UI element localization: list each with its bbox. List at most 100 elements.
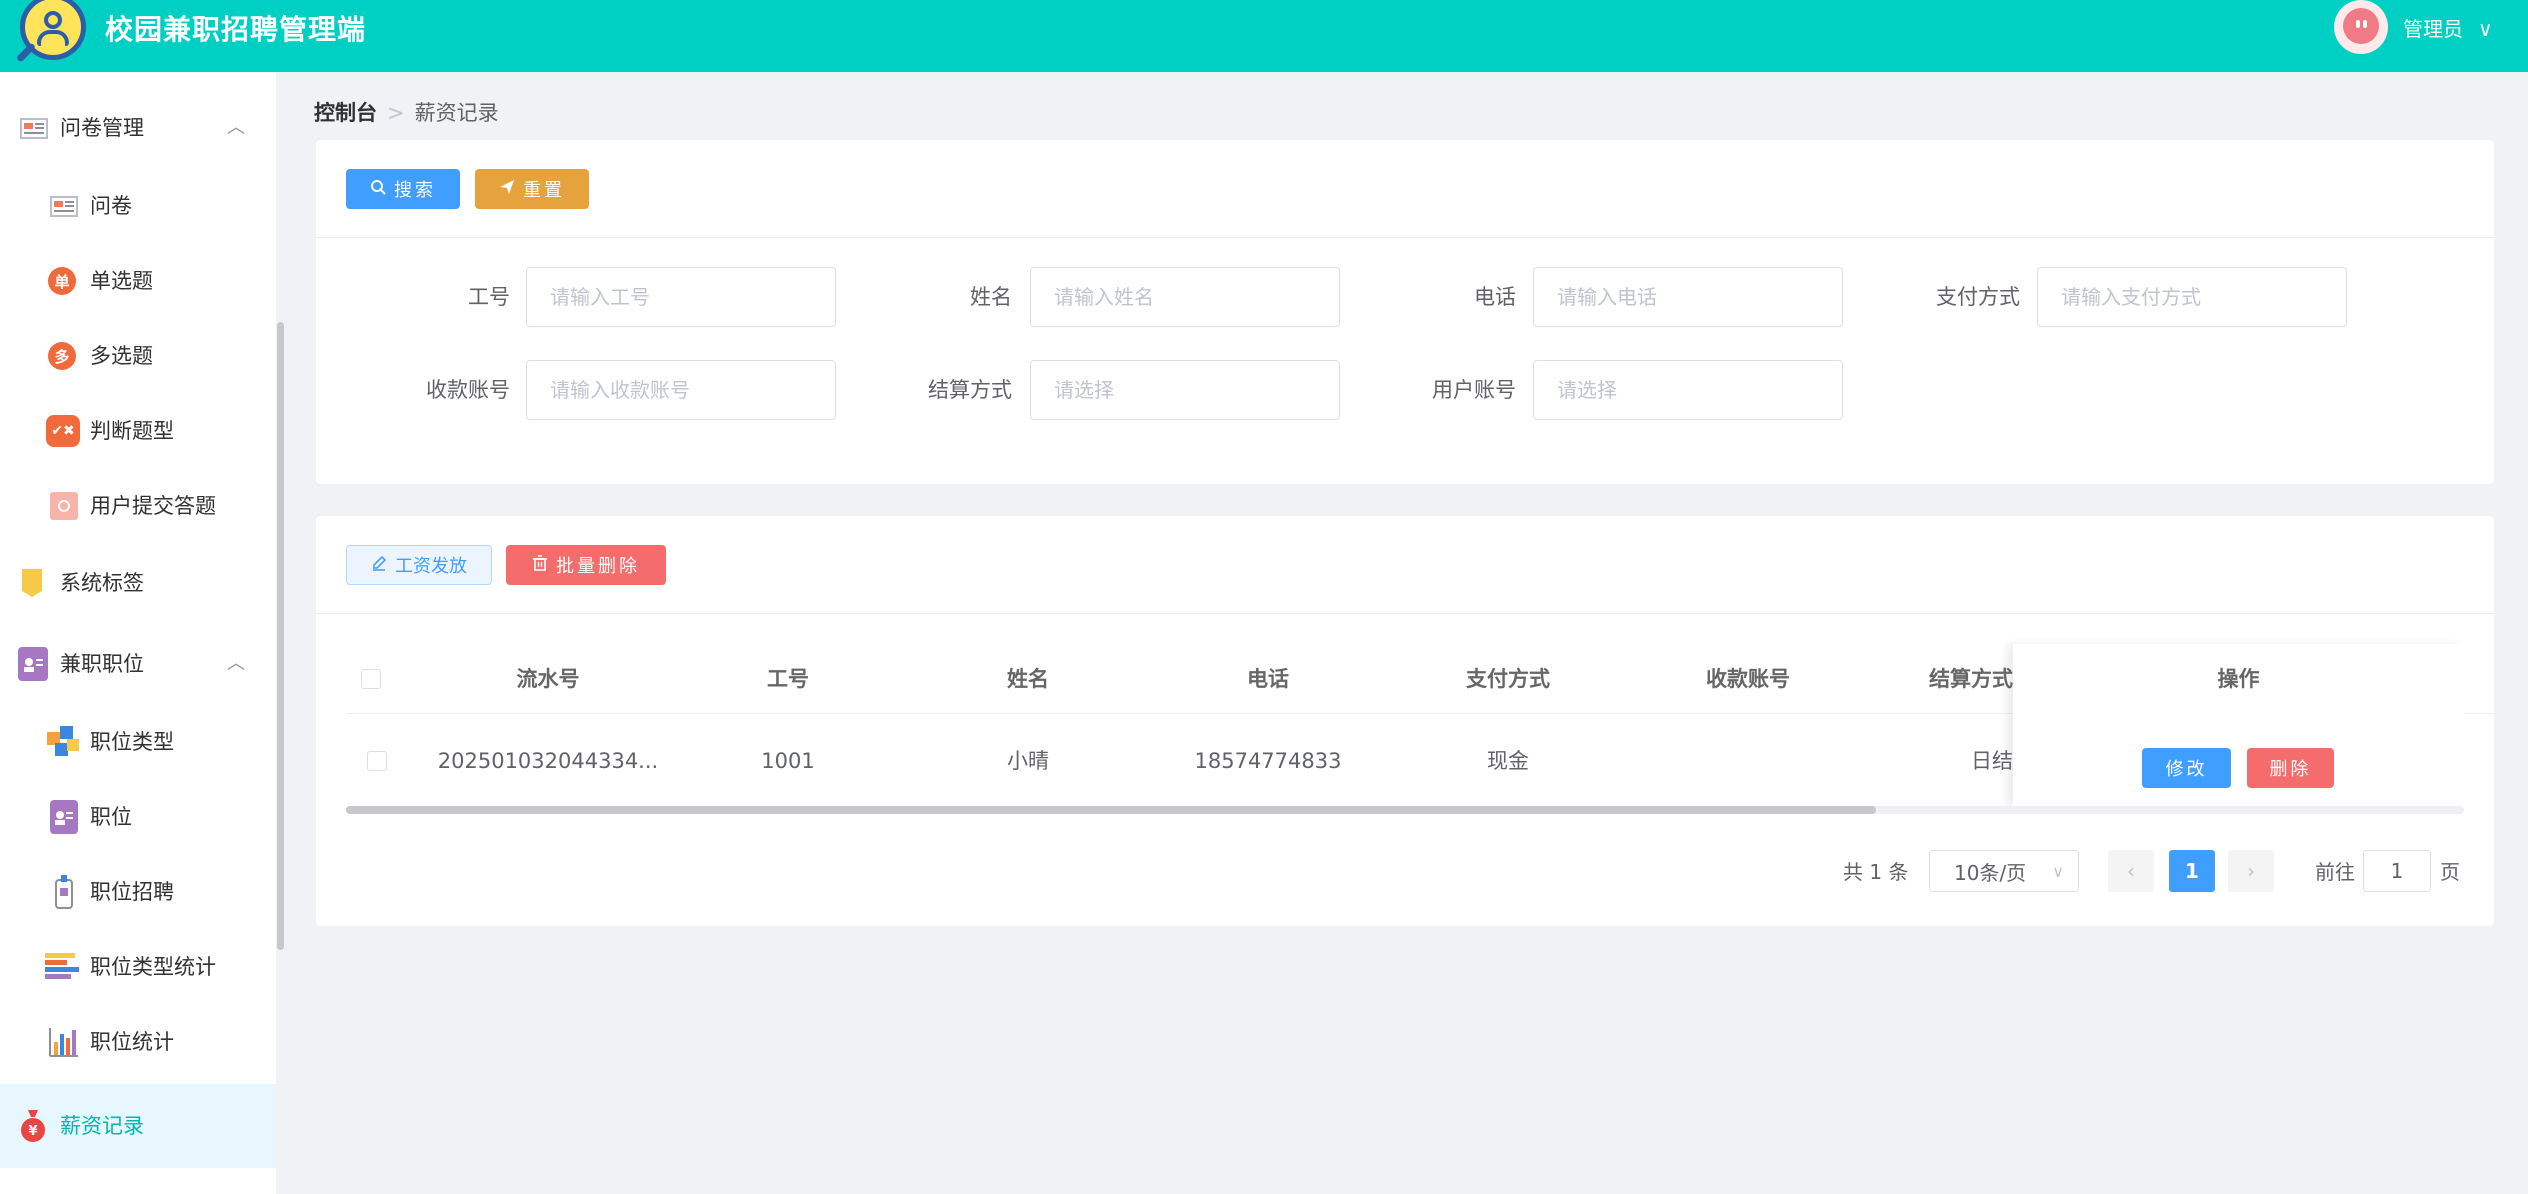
chevron-up-icon: ︿ [227,653,245,674]
goto-page-input[interactable]: 1 [2363,850,2431,892]
sidebar-item-job-types[interactable]: 职位类型 [0,704,276,780]
prev-page-button[interactable]: ‹ [2108,850,2154,892]
sidebar-item-true-false[interactable]: ✔✖ 判断题型 [0,393,276,469]
column-chart-icon [48,1026,80,1058]
name-input[interactable]: 请输入姓名 [1030,267,1340,327]
sidebar-item-multiple-choice[interactable]: 多 多选题 [0,318,276,394]
table-panel: 工资发放 批量删除 [316,516,2494,926]
send-icon [499,179,515,200]
column-header-payment-method: 支付方式 [1466,667,1550,691]
page-number-1[interactable]: 1 [2169,850,2215,892]
field-label-receiving-account: 收款账号 [426,378,510,402]
receiving-account-input[interactable]: 请输入收款账号 [526,360,836,420]
badge-card-icon [54,874,74,910]
select-all-checkbox[interactable] [361,669,381,689]
sidebar-item-label: 兼职职位 [60,652,144,676]
sidebar-item-survey-management[interactable]: 问卷管理 ︿ [0,90,276,166]
phone-input[interactable]: 请输入电话 [1533,267,1843,327]
breadcrumb-home[interactable]: 控制台 [314,101,377,125]
user-account-select[interactable]: 请选择 [1533,360,1843,420]
edit-button[interactable]: 修改 [2142,748,2231,788]
true-false-icon: ✔✖ [46,415,80,447]
sidebar-item-system-tags[interactable]: 系统标签 [0,545,276,621]
sidebar-item-label: 问卷管理 [60,116,144,140]
page-size-select[interactable]: 10条/页 ∨ [1929,850,2079,892]
multiple-choice-icon: 多 [48,342,76,370]
sidebar-item-part-time-jobs[interactable]: 兼职职位 ︿ [0,626,276,702]
payment-method-input[interactable]: 请输入支付方式 [2037,267,2347,327]
cell-serial: 202501032044334... [437,749,659,773]
field-label-payment-method: 支付方式 [1936,285,2020,309]
answer-sheet-icon [50,492,78,520]
top-header: 校园兼职招聘管理端 管理员 ∨ [0,0,2528,72]
field-label-user-account: 用户账号 [1432,378,1516,402]
sidebar-item-salary-records[interactable]: ¥ 薪资记录 [0,1084,276,1168]
field-label-employee-no: 工号 [468,285,510,309]
trash-icon [532,554,548,576]
row-checkbox[interactable] [367,751,387,771]
reset-button[interactable]: 重置 [475,169,589,209]
user-menu-name[interactable]: 管理员 [2403,14,2463,44]
breadcrumb-separator-icon: > [387,101,405,125]
id-badge-icon [18,647,48,681]
app-logo-icon [15,0,86,63]
sidebar-item-survey[interactable]: 问卷 [0,168,276,244]
money-bag-icon: ¥ [18,1108,48,1144]
sidebar-item-label: 多选题 [90,344,153,368]
next-page-button[interactable]: › [2228,850,2274,892]
settlement-method-select[interactable]: 请选择 [1030,360,1340,420]
sidebar-item-label: 职位类型统计 [90,955,216,979]
field-label-phone: 电话 [1474,285,1516,309]
sidebar-item-label: 职位类型 [90,730,174,754]
search-panel: 搜索 重置 工号 请输入工号 姓名 请输入姓名 电话 请输入电话 支付方式 请输… [316,140,2494,484]
column-header-operation: 操作 [2013,664,2464,694]
sidebar-item-single-choice[interactable]: 单 单选题 [0,243,276,319]
id-badge-icon [50,800,78,834]
column-header-account: 收款账号 [1706,667,1790,691]
batch-delete-button[interactable]: 批量删除 [506,545,666,585]
cell-payment-method: 现金 [1487,749,1529,773]
sidebar-item-user-answers[interactable]: 用户提交答题 [0,468,276,544]
single-choice-icon: 单 [48,267,76,295]
table-scrollbar[interactable] [346,806,1876,814]
sidebar-item-jobs[interactable]: 职位 [0,779,276,855]
sidebar-item-job-recruitment[interactable]: 职位招聘 [0,854,276,930]
pagination-total: 共 1 条 [1843,860,1909,884]
column-header-phone: 电话 [1247,667,1289,691]
sidebar-item-label: 用户提交答题 [90,494,216,518]
column-header-settlement: 结算方式 [1929,667,2013,691]
sidebar-item-label: 单选题 [90,269,153,293]
sidebar-item-label: 职位 [90,805,132,829]
cell-phone: 18574774833 [1194,749,1342,773]
search-button[interactable]: 搜索 [346,169,460,209]
chevron-down-icon[interactable]: ∨ [2478,14,2493,44]
bar-chart-icon [44,951,80,983]
column-header-employee-no: 工号 [767,667,809,691]
goto-suffix: 页 [2440,860,2460,884]
cell-settlement: 日结 [1971,749,2013,773]
document-icon [50,192,78,220]
sidebar-item-job-type-stats[interactable]: 职位类型统计 [0,929,276,1005]
cell-name: 小晴 [1007,749,1049,773]
edit-icon [371,555,387,576]
employee-no-input[interactable]: 请输入工号 [526,267,836,327]
delete-button[interactable]: 删除 [2247,748,2334,788]
sidebar-item-label: 问卷 [90,194,132,218]
sidebar: 问卷管理 ︿ 问卷 单 单选题 多 多选题 ✔✖ 判断题型 用户提交答题 系统标… [0,72,276,1194]
sidebar-scrollbar[interactable] [277,322,284,950]
breadcrumb-current: 薪资记录 [414,101,499,125]
tag-icon [18,569,46,597]
field-label-name: 姓名 [970,285,1012,309]
breadcrumb: 控制台 > 薪资记录 [314,96,499,130]
cell-employee-no: 1001 [761,749,815,773]
sidebar-item-label: 判断题型 [90,419,174,443]
chevron-down-icon: ∨ [2052,861,2064,881]
avatar[interactable] [2334,0,2388,54]
svg-text:¥: ¥ [28,1124,37,1139]
chevron-up-icon: ︿ [227,117,245,138]
app-title: 校园兼职招聘管理端 [105,13,367,46]
sidebar-item-label: 职位统计 [90,1030,174,1054]
chevron-right-icon: › [2247,859,2255,883]
sidebar-item-job-stats[interactable]: 职位统计 [0,1004,276,1080]
pay-salary-button[interactable]: 工资发放 [346,545,492,585]
